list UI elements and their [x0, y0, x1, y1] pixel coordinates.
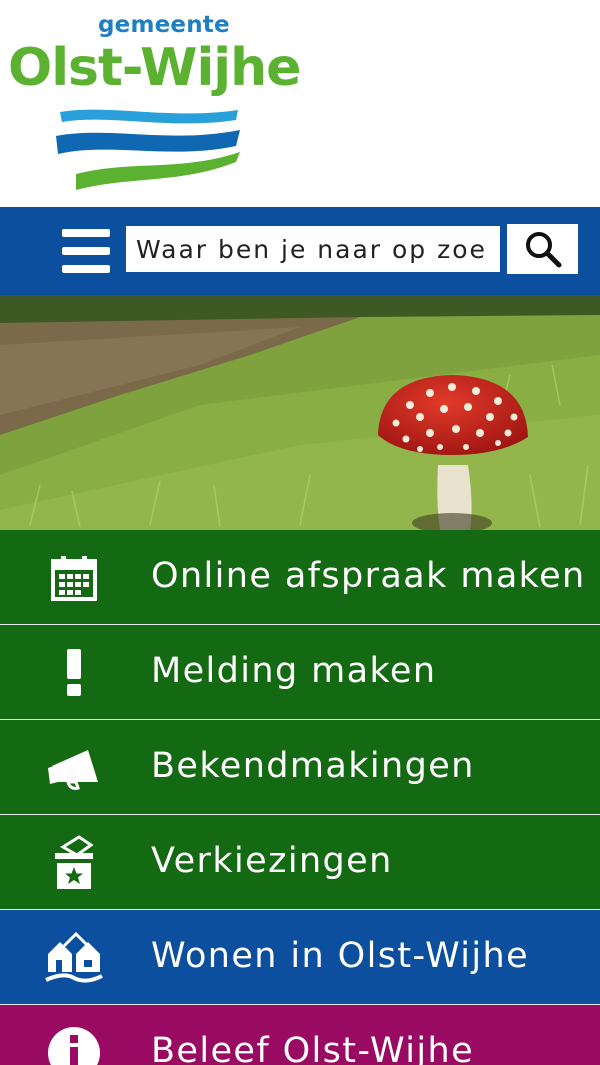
tile-label: Online afspraak maken: [151, 556, 586, 596]
hamburger-menu-icon[interactable]: [58, 227, 114, 277]
tile-verkiezingen[interactable]: Verkiezingen: [0, 815, 600, 910]
hero-image: [0, 295, 600, 530]
tile-melding-maken[interactable]: Melding maken: [0, 625, 600, 720]
menu-line: [62, 229, 110, 237]
info-icon: [42, 1027, 106, 1065]
megaphone-icon: [42, 742, 106, 794]
quick-links: Online afspraak maken Melding maken Beke…: [0, 530, 600, 1065]
tile-label: Melding maken: [151, 651, 437, 691]
houses-icon: [42, 932, 106, 984]
logo-waves-icon: [56, 109, 240, 190]
tile-bekendmakingen[interactable]: Bekendmakingen: [0, 720, 600, 815]
menu-line: [62, 265, 110, 273]
tile-label: Wonen in Olst-Wijhe: [151, 936, 530, 976]
mushroom-photo: [0, 295, 600, 530]
calendar-icon: [42, 552, 106, 604]
tile-wonen[interactable]: Wonen in Olst-Wijhe: [0, 910, 600, 1005]
logo-text-small: gemeente: [98, 12, 230, 38]
tile-label: Beleef Olst-Wijhe: [151, 1031, 475, 1065]
exclamation-icon: [42, 647, 106, 699]
site-header: gemeente Olst-Wijhe: [0, 0, 600, 207]
menu-line: [62, 247, 110, 255]
tile-label: Bekendmakingen: [151, 746, 475, 786]
logo-text-big: Olst-Wijhe: [8, 38, 301, 98]
magnifier-icon: [525, 232, 561, 268]
tile-label: Verkiezingen: [151, 841, 393, 881]
ballot-box-icon: [42, 835, 106, 889]
search-bar: [0, 207, 600, 295]
municipality-logo[interactable]: gemeente Olst-Wijhe: [8, 10, 301, 200]
tile-beleef[interactable]: Beleef Olst-Wijhe: [0, 1005, 600, 1065]
tile-online-afspraak[interactable]: Online afspraak maken: [0, 530, 600, 625]
search-button[interactable]: [507, 224, 578, 274]
search-input[interactable]: [124, 224, 502, 274]
